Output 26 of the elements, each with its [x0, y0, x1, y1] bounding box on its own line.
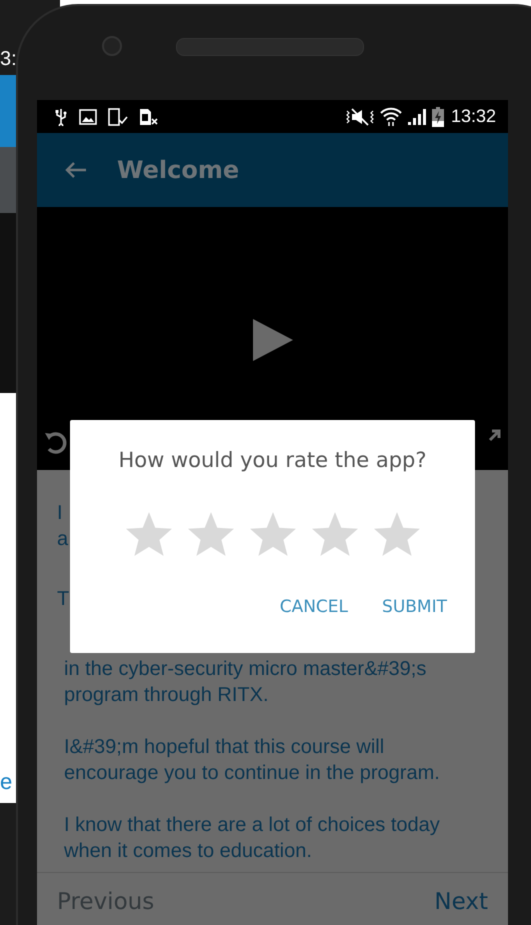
body-text: I&#39;m hopeful that this course will encourage you to continue in the program. [63, 735, 441, 786]
play-icon[interactable] [251, 317, 295, 363]
cancel-button[interactable]: CANCEL [274, 593, 354, 621]
battery-icon [432, 106, 444, 126]
phone-check-icon [108, 108, 128, 126]
body-text: a [57, 527, 68, 552]
body-text: I know that there are a lot of choices today when it comes to education. [63, 813, 441, 864]
body-text: T [57, 587, 70, 612]
sim-card-icon [139, 108, 159, 126]
body-text: I [57, 501, 63, 526]
next-button[interactable]: Next [434, 888, 488, 914]
dialog-title: How would you rate the app? [118, 448, 427, 472]
camera-icon [102, 36, 122, 56]
link-text: e [0, 769, 12, 795]
screen-title: Welcome [117, 156, 240, 184]
image-icon [79, 108, 97, 124]
replay-icon[interactable] [45, 431, 67, 455]
usb-icon [54, 108, 68, 126]
wifi-icon [380, 106, 402, 126]
status-time: 3: [0, 48, 18, 72]
vibrate-mute-icon [344, 108, 375, 126]
body-text: in the cyber-security micro master&#39;s program through RITX. [63, 657, 428, 708]
status-time: 13:32 [450, 106, 496, 127]
submit-button[interactable]: SUBMIT [376, 593, 453, 621]
signal-icon [406, 108, 427, 126]
back-arrow-icon [65, 161, 87, 179]
